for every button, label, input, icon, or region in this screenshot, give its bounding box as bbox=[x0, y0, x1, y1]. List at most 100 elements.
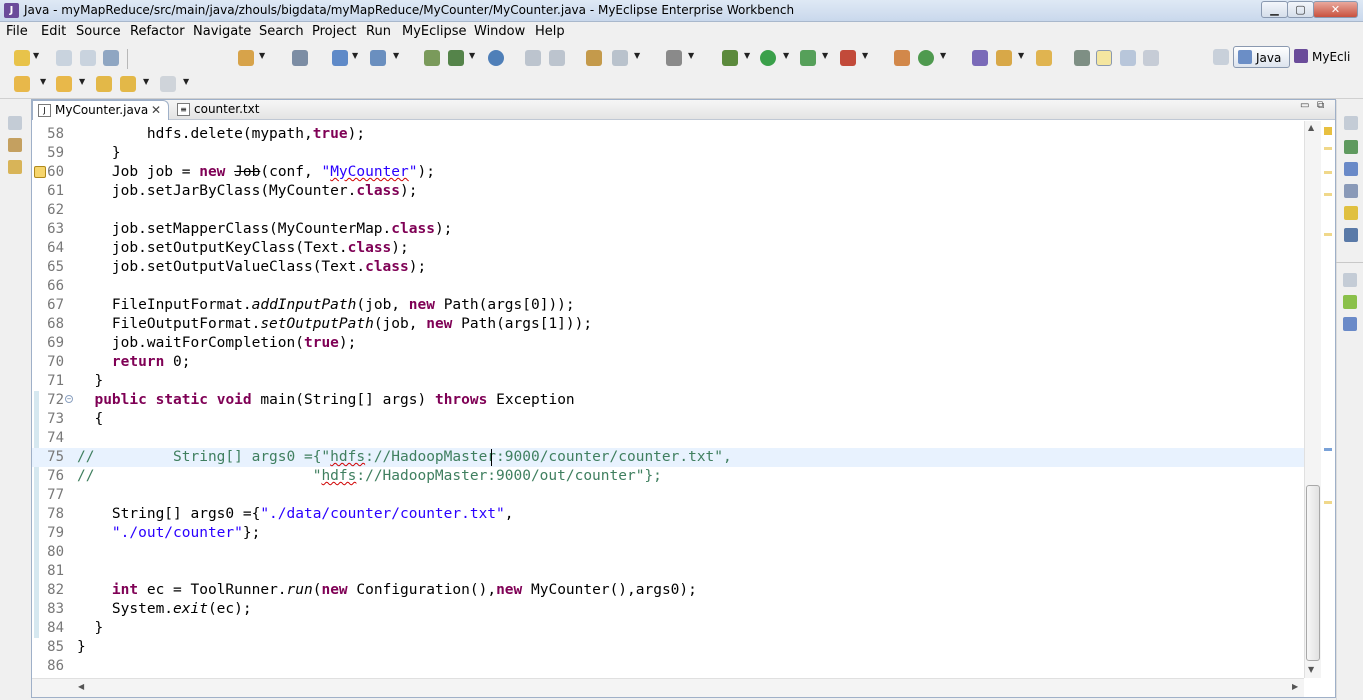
new-package-icon[interactable] bbox=[894, 50, 910, 66]
close-tab-icon[interactable]: ✕ bbox=[151, 104, 161, 116]
code-line[interactable]: 86 bbox=[32, 657, 1304, 676]
show-whitespace-icon[interactable] bbox=[1143, 50, 1159, 66]
declaration-icon[interactable] bbox=[1344, 184, 1358, 198]
scroll-up-arrow[interactable]: ▲ bbox=[1308, 123, 1314, 132]
menu-navigate[interactable]: Navigate bbox=[193, 24, 251, 39]
restore-right-icon[interactable] bbox=[1344, 116, 1358, 130]
code-line[interactable]: 83 System.exit(ec); bbox=[32, 600, 1304, 619]
run-icon[interactable] bbox=[760, 50, 776, 66]
back-dropdown-arrow[interactable]: ▼ bbox=[143, 77, 149, 86]
camera-dropdown-arrow[interactable]: ▼ bbox=[688, 51, 694, 60]
browser-icon[interactable] bbox=[488, 50, 504, 66]
code-line[interactable]: 64 job.setOutputKeyClass(Text.class); bbox=[32, 239, 1304, 258]
debug-dropdown-arrow[interactable]: ▼ bbox=[744, 51, 750, 60]
terminal-icon[interactable] bbox=[292, 50, 308, 66]
previous-annotation-dropdown-arrow[interactable]: ▼ bbox=[79, 77, 85, 86]
overview-ruler[interactable] bbox=[1321, 121, 1335, 678]
new-class-icon[interactable] bbox=[918, 50, 934, 66]
code-line[interactable]: 72− public static void main(String[] arg… bbox=[32, 391, 1304, 410]
code-line[interactable]: 77 bbox=[32, 486, 1304, 505]
tab-mycounter-java[interactable]: J MyCounter.java ✕ bbox=[32, 100, 169, 120]
code-line[interactable]: 73 { bbox=[32, 410, 1304, 429]
code-line[interactable]: 70 return 0; bbox=[32, 353, 1304, 372]
block-selection-icon[interactable] bbox=[1120, 50, 1136, 66]
server-icon[interactable] bbox=[448, 50, 464, 66]
menu-window[interactable]: Window bbox=[474, 24, 525, 39]
overview-marker[interactable] bbox=[1324, 193, 1332, 196]
camera-icon[interactable] bbox=[666, 50, 682, 66]
overview-marker[interactable] bbox=[1324, 501, 1332, 504]
external-tools-icon[interactable] bbox=[840, 50, 856, 66]
code-line[interactable]: 69 job.waitForCompletion(true); bbox=[32, 334, 1304, 353]
menu-myeclipse[interactable]: MyEclipse bbox=[402, 24, 467, 39]
code-line[interactable]: 58 hdfs.delete(mypath,true); bbox=[32, 125, 1304, 144]
coverage-icon[interactable] bbox=[800, 50, 816, 66]
code-line[interactable]: 80 bbox=[32, 543, 1304, 562]
outline-icon[interactable] bbox=[1343, 317, 1357, 331]
javadoc-icon[interactable] bbox=[1344, 162, 1358, 176]
report-dropdown-arrow[interactable]: ▼ bbox=[634, 51, 640, 60]
coverage-dropdown-arrow[interactable]: ▼ bbox=[822, 51, 828, 60]
restore-outline-icon[interactable] bbox=[1343, 273, 1357, 287]
code-line[interactable]: 85} bbox=[32, 638, 1304, 657]
new-class-dropdown-arrow[interactable]: ▼ bbox=[940, 51, 946, 60]
close-window-button[interactable]: ✕ bbox=[1313, 1, 1358, 18]
scroll-down-arrow[interactable]: ▼ bbox=[1308, 665, 1314, 674]
code-line[interactable]: 82 int ec = ToolRunner.run(new Configura… bbox=[32, 581, 1304, 600]
overview-warning-marker[interactable] bbox=[1324, 127, 1332, 135]
external-tools-dropdown-arrow[interactable]: ▼ bbox=[862, 51, 868, 60]
run-dropdown-arrow[interactable]: ▼ bbox=[783, 51, 789, 60]
save-all-icon[interactable] bbox=[80, 50, 96, 66]
next-annotation-icon[interactable] bbox=[14, 76, 30, 92]
debug-icon[interactable] bbox=[722, 50, 738, 66]
package-explorer-icon[interactable] bbox=[8, 138, 22, 152]
menu-refactor[interactable]: Refactor bbox=[130, 24, 185, 39]
console-icon[interactable] bbox=[1344, 228, 1358, 242]
scrollbar-thumb[interactable] bbox=[1306, 485, 1320, 661]
report-icon[interactable] bbox=[612, 50, 628, 66]
code-line[interactable]: 79 "./out/counter"}; bbox=[32, 524, 1304, 543]
problems-icon[interactable] bbox=[1344, 140, 1358, 154]
menu-edit[interactable]: Edit bbox=[41, 24, 66, 39]
scroll-right-arrow[interactable]: ▶ bbox=[1292, 682, 1298, 691]
menu-project[interactable]: Project bbox=[312, 24, 356, 39]
menu-file[interactable]: File bbox=[6, 24, 28, 39]
minimize-button[interactable]: ▁ bbox=[1261, 1, 1288, 18]
restore-icon[interactable] bbox=[8, 116, 22, 130]
tab-counter-txt[interactable]: ≡ counter.txt bbox=[172, 100, 280, 120]
server-dropdown-arrow[interactable]: ▼ bbox=[469, 51, 475, 60]
code-line[interactable]: 76 // "hdfs://HadoopMaster:9000/out/count… bbox=[32, 467, 1304, 486]
new-icon[interactable] bbox=[14, 50, 30, 66]
code-line[interactable]: 65 job.setOutputValueClass(Text.class); bbox=[32, 258, 1304, 277]
code-line[interactable]: 81 bbox=[32, 562, 1304, 581]
open-type-dropdown-arrow[interactable]: ▼ bbox=[259, 51, 265, 60]
code-line[interactable]: 67 FileInputFormat.addInputPath(job, new… bbox=[32, 296, 1304, 315]
mark-occurrences-icon[interactable] bbox=[1096, 50, 1112, 66]
web-project-icon[interactable] bbox=[332, 50, 348, 66]
code-line[interactable]: 71 } bbox=[32, 372, 1304, 391]
myeclipse-perspective-button[interactable]: MyEcli bbox=[1290, 46, 1363, 68]
overview-marker[interactable] bbox=[1324, 147, 1332, 150]
code-line[interactable]: 60 Job job = new Job(conf, "MyCounter"); bbox=[32, 163, 1304, 182]
code-line[interactable]: 78 String[] args0 ={"./data/counter/coun… bbox=[32, 505, 1304, 524]
back-icon[interactable] bbox=[120, 76, 136, 92]
open-type-icon[interactable] bbox=[238, 50, 254, 66]
new-dropdown-arrow[interactable]: ▼ bbox=[33, 51, 39, 60]
open-task-icon[interactable] bbox=[972, 50, 988, 66]
last-edit-location-icon[interactable] bbox=[96, 76, 112, 92]
code-line[interactable]: 75 // String[] args0 ={"hdfs://HadoopMast… bbox=[32, 448, 1304, 467]
search-dropdown-arrow[interactable]: ▼ bbox=[1018, 51, 1024, 60]
code-line[interactable]: 62 bbox=[32, 201, 1304, 220]
code-line[interactable]: 74 bbox=[32, 429, 1304, 448]
code-line[interactable]: 59 } bbox=[32, 144, 1304, 163]
print-icon[interactable] bbox=[103, 50, 119, 66]
servers-icon[interactable] bbox=[1344, 206, 1358, 220]
vertical-scrollbar[interactable]: ▲ ▼ bbox=[1304, 121, 1321, 678]
web-project-dropdown-arrow[interactable]: ▼ bbox=[352, 51, 358, 60]
code-line[interactable]: 66 bbox=[32, 277, 1304, 296]
web-service-dropdown-arrow[interactable]: ▼ bbox=[393, 51, 399, 60]
save-icon[interactable] bbox=[56, 50, 72, 66]
code-line[interactable]: 63 job.setMapperClass(MyCounterMap.class… bbox=[32, 220, 1304, 239]
navigator-icon[interactable] bbox=[8, 160, 22, 174]
previous-annotation-icon[interactable] bbox=[56, 76, 72, 92]
